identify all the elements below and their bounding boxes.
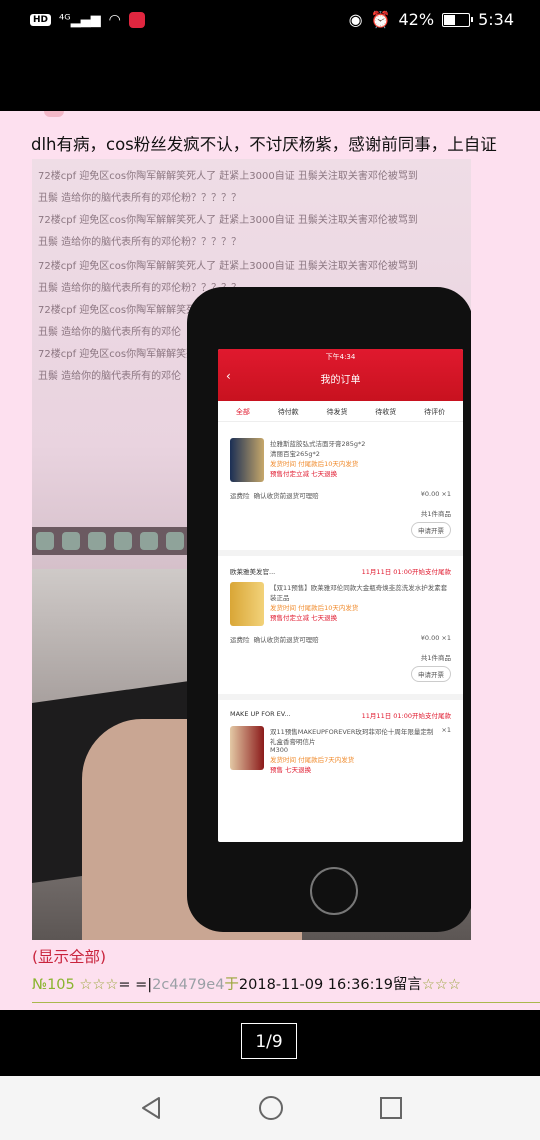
screen-line: 丑鬃 造给你的脑代表所有的邓伦粉？？？？？ — [38, 193, 242, 204]
insurance-text: 确认收货前退货可理赔 — [253, 492, 319, 500]
shop-name: MAKE UP FOR EV... — [230, 710, 291, 718]
price: ¥0.00 ×1 — [420, 634, 451, 642]
order-card: MAKE UP FOR EV... 11月11日 01:00开始支付尾款 双11… — [224, 706, 457, 778]
signal-icon: ⁴ᴳ▂▄▆ — [59, 12, 101, 28]
back-nav-icon[interactable] — [140, 1096, 162, 1120]
order-tabs: 全部 待付款 待发货 待收货 待评价 — [218, 401, 463, 422]
product-tags: 预售付定立减 七天退换 — [270, 614, 338, 622]
app-time: 下午4:34 — [325, 353, 356, 361]
product-title: 拉雅斯蓝胶弘式洁面牙膏285g*2 — [270, 440, 366, 448]
item-count: 共1件商品 — [420, 510, 451, 518]
post-number: №105 — [32, 977, 75, 993]
order-status: 11月11日 01:00开始支付尾款 — [361, 568, 451, 576]
post-viewer[interactable]: dlh有病，cos粉丝发疯不认，不讨厌杨紫，感谢前同事，上自证 72楼cpf 迎… — [0, 111, 540, 1010]
top-letterbox — [0, 44, 540, 111]
attached-photo[interactable]: 72楼cpf 迎免区cos你陶军解解笑死人了 赶紧上3000自证 丑鬃关注取关害… — [32, 159, 471, 940]
system-nav-bar — [0, 1076, 540, 1140]
home-button-icon — [310, 867, 358, 915]
clock: 5:34 — [478, 10, 514, 29]
post-datetime: 2018-11-09 16:36:19 — [238, 977, 393, 993]
ship-time: 发货时间 付尾款后10天内发货 — [270, 604, 359, 612]
app-title: 我的订单 — [320, 375, 361, 386]
post-body: dlh有病，cos粉丝发疯不认，不讨厌杨紫，感谢前同事，上自证 — [31, 135, 497, 154]
tab-to-review: 待评价 — [424, 408, 446, 416]
invoice-button: 申请开票 — [411, 522, 451, 538]
battery-percent: 42% — [398, 10, 435, 29]
user-id[interactable]: 2c4479e4 — [152, 977, 224, 993]
screen-line: 72楼cpf 迎免区cos你陶军解解笑死 — [38, 349, 197, 360]
recents-nav-icon[interactable] — [380, 1097, 402, 1119]
product-title: 双11预售MAKEUPFOREVER玫珂菲邓伦十周年限量定制礼盒香膏明信片 — [270, 728, 434, 746]
tab-unpaid: 待付款 — [277, 408, 299, 416]
order-card: 拉雅斯蓝胶弘式洁面牙膏285g*2 清丽百宝265g*2 发货时间 付尾款后10… — [224, 428, 457, 542]
screen-line: 72楼cpf 迎免区cos你陶军解解笑死人了 赶紧上3000自证 丑鬃关注取关害… — [38, 171, 418, 182]
product-tags: 预售 七天退换 — [270, 766, 312, 774]
screen-line: 丑鬃 造给你的脑代表所有的邓伦粉？？？？？ — [38, 237, 242, 248]
screen-line: 丑鬃 造给你的脑代表所有的邓伦 — [38, 371, 182, 382]
post-suffix: 留言 — [392, 977, 422, 993]
invoice-button: 申请开票 — [411, 666, 451, 682]
phone-screen: 下午4:34 ‹ 我的订单 全部 待付款 待发货 待收货 待评价 拉雅斯蓝胶弘式… — [218, 349, 463, 842]
app-notification-icon — [128, 12, 145, 28]
product-sub: 清丽百宝265g*2 — [270, 450, 320, 458]
order-card: 欧莱雅美发官... 11月11日 01:00开始支付尾款 【双11预售】欧莱雅邓… — [224, 562, 457, 686]
show-all-link[interactable]: (显示全部) — [32, 945, 106, 967]
eye-icon: ◉ — [348, 10, 363, 29]
end-stars: ☆☆☆ — [421, 977, 461, 993]
phone: 下午4:34 ‹ 我的订单 全部 待付款 待发货 待收货 待评价 拉雅斯蓝胶弘式… — [187, 287, 471, 932]
battery-icon — [442, 12, 474, 27]
divider — [32, 1002, 540, 1003]
quantity: ×1 — [441, 726, 451, 734]
hd-icon: HD — [30, 14, 52, 26]
product-sub: M300 — [270, 746, 289, 754]
product-image — [230, 438, 264, 482]
shop-name: 欧莱雅美发官... — [230, 568, 276, 576]
screen-line: 丑鬃 造给你的脑代表所有的邓伦 — [38, 327, 182, 338]
page-indicator: 1/9 — [241, 1023, 297, 1059]
at-label: 于 — [224, 977, 239, 993]
product-title: 【双11预售】欧莱雅邓伦同款大金瓶奇焕韭蕊洗发水护发素套装正品 — [270, 584, 448, 602]
post-meta: №105 ☆☆☆= =|2c4479e4于2018-11-09 16:36:19… — [32, 973, 461, 994]
decoration — [44, 111, 64, 117]
product-image — [230, 726, 264, 770]
ship-time: 发货时间 付尾款后7天内发货 — [270, 756, 355, 764]
product-image — [230, 582, 264, 626]
stars: ☆☆☆ — [79, 977, 119, 993]
tab-to-receive: 待收货 — [375, 408, 397, 416]
taskbar — [32, 527, 212, 555]
alarm-icon: ⏰ — [370, 10, 391, 29]
separator: = =| — [118, 977, 153, 993]
order-status: 11月11日 01:00开始支付尾款 — [361, 712, 451, 720]
tab-to-ship: 待发货 — [326, 408, 348, 416]
tab-all: 全部 — [235, 408, 250, 416]
ship-time: 发货时间 付尾款后10天内发货 — [270, 460, 359, 468]
wifi-icon: ◠ — [108, 12, 121, 28]
screen-line: 72楼cpf 迎免区cos你陶军解解笑死人了 赶紧上3000自证 丑鬃关注取关害… — [38, 261, 418, 272]
insurance-label: 运费险 — [230, 636, 250, 644]
item-count: 共1件商品 — [420, 654, 451, 662]
screen-line: 72楼cpf 迎免区cos你陶军解解笑死人了 赶紧上3000自证 丑鬃关注取关害… — [38, 215, 418, 226]
product-tags: 预售付定立减 七天退换 — [270, 470, 338, 478]
status-bar: HD ⁴ᴳ▂▄▆ ◠ ◉ ⏰ 42% 5:34 — [0, 0, 540, 44]
insurance-label: 运费险 — [230, 492, 250, 500]
home-nav-icon[interactable] — [259, 1096, 283, 1120]
price: ¥0.00 ×1 — [420, 490, 451, 498]
app-header: 下午4:34 ‹ 我的订单 — [218, 349, 463, 401]
insurance-text: 确认收货前退货可理赔 — [253, 636, 319, 644]
